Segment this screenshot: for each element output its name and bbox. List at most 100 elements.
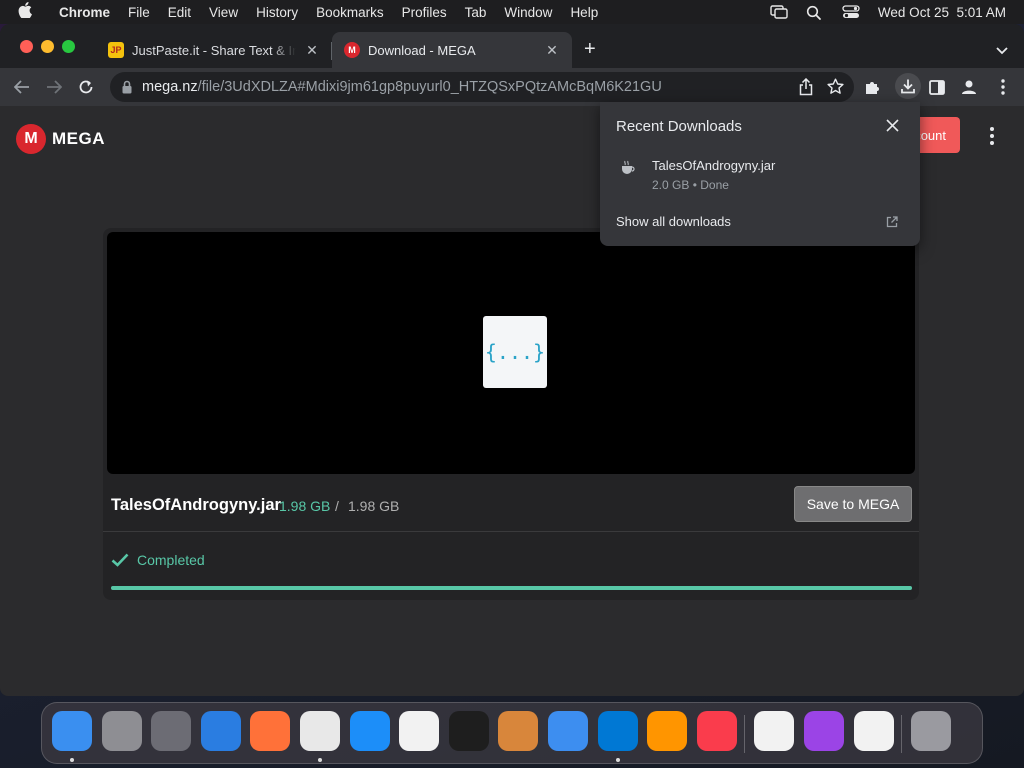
downloads-icon[interactable] — [895, 73, 921, 99]
checkmark-icon — [111, 553, 129, 567]
file-name: TalesOfAndrogyny.jar — [111, 496, 281, 514]
dock-divider — [901, 715, 903, 753]
dock-finder-icon[interactable] — [52, 711, 92, 751]
menu-profiles[interactable]: Profiles — [393, 5, 456, 20]
menu-tab[interactable]: Tab — [456, 5, 496, 20]
dock-app-store-icon[interactable] — [349, 711, 390, 751]
dock-firefox-icon[interactable] — [250, 711, 291, 751]
menu-help[interactable]: Help — [561, 5, 607, 20]
url-host: mega.nz — [142, 79, 198, 95]
download-status: Completed — [111, 552, 205, 568]
close-tab-icon[interactable]: ✕ — [304, 42, 320, 59]
macos-dock — [41, 702, 983, 764]
justpaste-favicon-icon: JP — [108, 42, 124, 58]
download-item[interactable]: TalesOfAndrogyny.jar 2.0 GB • Done — [616, 156, 906, 196]
recent-downloads-bubble: Recent Downloads TalesOfAndrogyny.jar 2.… — [600, 102, 920, 246]
dock-podcasts-icon[interactable] — [804, 711, 844, 751]
file-preview-area: {...} — [107, 232, 915, 474]
new-tab-icon[interactable]: + — [584, 38, 596, 61]
tab-justpaste[interactable]: JP JustPaste.it - Share Text & Ima ✕ — [96, 32, 332, 68]
dock-textedit-icon[interactable] — [399, 711, 440, 751]
dock-music-icon[interactable] — [696, 711, 737, 751]
download-progress-bar — [111, 586, 912, 590]
side-panel-icon[interactable] — [928, 78, 946, 96]
dock-divider — [744, 715, 746, 753]
menu-view[interactable]: View — [200, 5, 247, 20]
dock-news-icon[interactable] — [853, 711, 894, 751]
menu-bookmarks[interactable]: Bookmarks — [307, 5, 393, 20]
menu-window[interactable]: Window — [495, 5, 561, 20]
tab-strip: JP JustPaste.it - Share Text & Ima ✕ M D… — [0, 24, 1024, 68]
dock-visual-studio-code-icon[interactable] — [597, 711, 638, 751]
total-size: 1.98 GB — [348, 498, 400, 514]
open-in-new-icon[interactable] — [886, 215, 898, 228]
menu-history[interactable]: History — [247, 5, 307, 20]
code-file-icon: {...} — [483, 316, 547, 388]
tab-mega-download[interactable]: M Download - MEGA ✕ — [332, 32, 572, 68]
url-path: /file/3UdXDLZA#Mdixi9jm61gp8puyurl0_HTZQ… — [197, 79, 662, 95]
address-bar[interactable]: mega.nz /file/3UdXDLZA#Mdixi9jm61gp8puyu… — [110, 72, 854, 102]
menu-bar-clock[interactable]: Wed Oct 25 5:01 AM — [878, 5, 1006, 20]
forward-arrow-icon[interactable] — [44, 77, 64, 97]
back-arrow-icon[interactable] — [12, 77, 32, 97]
size-separator: / — [335, 498, 339, 514]
downloads-bubble-title: Recent Downloads — [616, 118, 742, 135]
close-icon[interactable] — [886, 119, 900, 133]
tab-search-chevron-icon[interactable] — [996, 42, 1008, 55]
dock-system-settings-icon[interactable] — [101, 711, 142, 751]
dock-icloud-weather-icon[interactable] — [548, 711, 588, 751]
java-file-icon — [620, 160, 636, 174]
file-info-row: TalesOfAndrogyny.jar 1.98 GB / 1.98 GB S… — [103, 478, 919, 532]
save-to-mega-button[interactable]: Save to MEGA — [794, 486, 912, 522]
dock-google-chrome-icon[interactable] — [300, 711, 340, 751]
apple-menu-icon[interactable] — [18, 2, 40, 22]
dock-books-icon[interactable] — [647, 711, 688, 751]
mega-logo[interactable]: M MEGA — [16, 124, 105, 154]
window-controls — [20, 40, 75, 53]
dock-trash-icon[interactable] — [911, 711, 952, 751]
address-bar-actions — [799, 77, 844, 100]
menu-bar-status-area: Wed Oct 25 5:01 AM — [770, 0, 1006, 24]
close-window-button[interactable] — [20, 40, 33, 53]
spotlight-search-icon[interactable] — [806, 5, 824, 20]
mega-favicon-icon: M — [344, 42, 360, 58]
running-indicator — [70, 758, 74, 762]
close-tab-icon[interactable]: ✕ — [544, 42, 560, 59]
lock-icon[interactable] — [122, 80, 132, 94]
running-indicator — [318, 758, 322, 762]
mega-logo-icon: M — [16, 124, 46, 154]
reload-icon[interactable] — [76, 77, 96, 97]
download-progress-fill — [111, 586, 912, 590]
tab-title: Download - MEGA — [368, 42, 476, 58]
downloaded-size: 1.98 GB — [279, 498, 331, 514]
dock-launchpad-icon[interactable] — [151, 711, 192, 751]
menu-edit[interactable]: Edit — [159, 5, 200, 20]
macos-menu-bar: Chrome File Edit View History Bookmarks … — [0, 0, 1024, 24]
menu-file[interactable]: File — [119, 5, 159, 20]
running-indicator — [615, 758, 620, 762]
screen-mirroring-icon[interactable] — [770, 5, 788, 19]
download-file-name: TalesOfAndrogyny.jar — [652, 158, 776, 173]
dock-garageband-icon[interactable] — [498, 711, 539, 751]
share-icon[interactable] — [799, 77, 813, 100]
show-all-downloads-link[interactable]: Show all downloads — [616, 214, 731, 229]
file-download-card: {...} TalesOfAndrogyny.jar 1.98 GB / 1.9… — [103, 228, 919, 600]
download-file-meta: 2.0 GB • Done — [652, 178, 729, 192]
dock-freeform-icon[interactable] — [754, 711, 795, 751]
page-menu-kebab-icon[interactable] — [984, 126, 1000, 146]
status-label: Completed — [137, 552, 205, 568]
chrome-menu-kebab-icon[interactable] — [994, 78, 1012, 96]
dock-safari-icon[interactable] — [200, 711, 241, 751]
minimize-window-button[interactable] — [41, 40, 54, 53]
tab-title: JustPaste.it - Share Text & Ima — [132, 42, 296, 58]
control-center-icon[interactable] — [842, 5, 860, 19]
mega-logo-text: MEGA — [52, 129, 105, 148]
menu-app-name[interactable]: Chrome — [50, 5, 119, 20]
chrome-window: JP JustPaste.it - Share Text & Ima ✕ M D… — [0, 24, 1024, 696]
zoom-window-button[interactable] — [62, 40, 75, 53]
bookmark-star-icon[interactable] — [827, 78, 844, 100]
browser-toolbar: mega.nz /file/3UdXDLZA#Mdixi9jm61gp8puyu… — [0, 68, 1024, 106]
dock-terminal-icon[interactable] — [448, 711, 489, 751]
extensions-puzzle-icon[interactable] — [864, 78, 882, 96]
profile-avatar-icon[interactable] — [960, 78, 978, 96]
